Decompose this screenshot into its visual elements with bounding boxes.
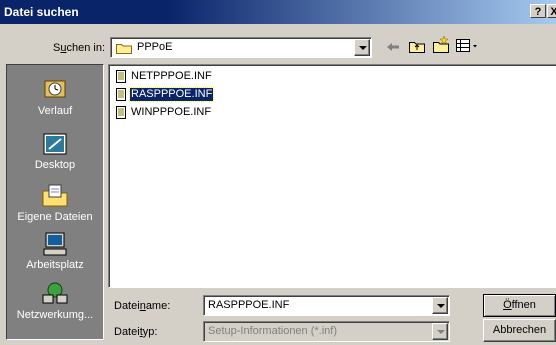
- filename-dropdown-button[interactable]: [432, 297, 448, 314]
- my-documents-icon: [42, 184, 68, 207]
- place-label: Arbeitsplatz: [26, 259, 84, 271]
- place-label: Eigene Dateien: [17, 211, 93, 223]
- view-menu-icon[interactable]: [456, 38, 480, 54]
- network-icon: [42, 282, 68, 304]
- help-button[interactable]: ?: [530, 4, 546, 18]
- lookin-label: Suchen in:: [53, 42, 105, 54]
- window-title: Datei suchen: [4, 5, 79, 19]
- filetype-combo[interactable]: Setup-Informationen (*.inf): [203, 321, 450, 342]
- lookin-value: PPPoE: [137, 41, 173, 53]
- filetype-dropdown-button[interactable]: [432, 323, 448, 340]
- place-eigene-dateien[interactable]: Eigene Dateien: [7, 183, 103, 223]
- file-name: RASPPPOE.INF: [128, 87, 215, 102]
- folder-icon: [116, 44, 132, 54]
- place-arbeitsplatz[interactable]: Arbeitsplatz: [7, 231, 103, 271]
- places-bar: Verlauf Desktop Eigene Dateien Arbeitspl…: [6, 64, 104, 340]
- file-list[interactable]: NETPPPOE.INF RASPPPOE.INF WINPPPOE.INF: [108, 64, 556, 288]
- inf-file-icon: [116, 88, 126, 101]
- history-icon: [44, 80, 66, 98]
- new-folder-icon[interactable]: [432, 36, 450, 54]
- cancel-button[interactable]: Abbrechen: [483, 319, 556, 342]
- lookin-combo[interactable]: PPPoE: [110, 37, 372, 58]
- lookin-dropdown-button[interactable]: [354, 39, 370, 56]
- close-button[interactable]: X: [547, 4, 556, 18]
- up-folder-icon[interactable]: [408, 38, 426, 54]
- my-computer-icon: [43, 232, 67, 256]
- place-netzwerkumgebung[interactable]: Netzwerkumg...: [7, 281, 103, 321]
- desktop-icon: [43, 133, 67, 155]
- file-name: NETPPPOE.INF: [131, 70, 212, 82]
- inf-file-icon: [116, 70, 126, 83]
- inf-file-icon: [116, 106, 126, 119]
- back-arrow-icon[interactable]: [386, 41, 400, 53]
- filename-label: Dateiname:: [114, 300, 171, 312]
- filetype-value: Setup-Informationen (*.inf): [208, 325, 338, 337]
- place-label: Desktop: [34, 159, 76, 171]
- filename-combo[interactable]: RASPPPOE.INF: [203, 295, 450, 316]
- place-label: Netzwerkumg...: [16, 309, 94, 321]
- filename-input[interactable]: RASPPPOE.INF: [208, 299, 289, 311]
- title-bar[interactable]: Datei suchen ? X: [0, 0, 556, 24]
- open-button[interactable]: Öffnen: [483, 294, 556, 317]
- file-name: WINPPPOE.INF: [131, 106, 212, 118]
- filetype-label: Dateityp:: [114, 326, 158, 338]
- place-label: Verlauf: [37, 105, 73, 117]
- place-verlauf[interactable]: Verlauf: [7, 77, 103, 117]
- place-desktop[interactable]: Desktop: [7, 131, 103, 171]
